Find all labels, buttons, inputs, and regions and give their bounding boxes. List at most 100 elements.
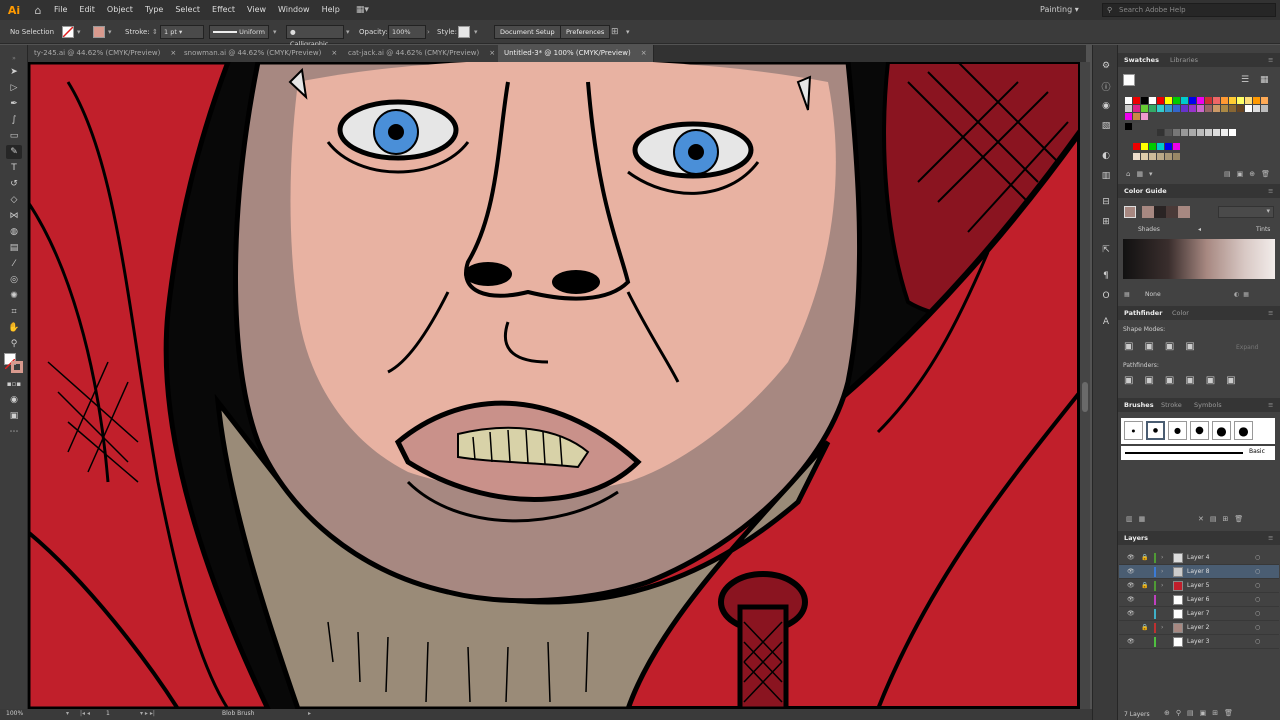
preferences-button[interactable]: Preferences [560, 25, 611, 39]
target-icon[interactable]: ○ [1255, 579, 1260, 593]
gradient-tool-icon[interactable]: ▤ [6, 241, 22, 255]
target-icon[interactable]: ○ [1255, 551, 1260, 565]
layer-row[interactable]: 🔒 › Layer 2 ○ [1119, 621, 1279, 635]
stroke-swatch[interactable] [93, 26, 105, 38]
swatch-fill-icon[interactable] [1123, 74, 1135, 86]
pen-tool-icon[interactable]: ✒ [6, 97, 22, 111]
tab-ty-245[interactable]: ty-245.ai @ 44.62% (CMYK/Preview) × [28, 45, 184, 62]
layer-row[interactable]: 👁 Layer 7 ○ [1119, 607, 1279, 621]
status-arrow-icon[interactable]: ▸ [308, 710, 311, 717]
menu-file[interactable]: File [48, 0, 73, 20]
rotate-tool-icon[interactable]: ↺ [6, 177, 22, 191]
brush-library-icon[interactable]: ▥▦ [1126, 515, 1151, 523]
menu-edit[interactable]: Edit [73, 0, 101, 20]
expand-arrow-icon[interactable]: › [1161, 621, 1163, 635]
opacity-field[interactable]: 100% [388, 25, 426, 39]
menu-window[interactable]: Window [272, 0, 316, 20]
tab-stroke[interactable]: Stroke [1161, 398, 1182, 412]
draw-mode-icon[interactable]: ◉ [6, 393, 22, 407]
panel-menu-icon[interactable]: ≡ [1268, 184, 1273, 198]
appearance-icon[interactable]: ◉ [1099, 99, 1113, 113]
layer-row[interactable]: 👁 Layer 3 ○ [1119, 635, 1279, 649]
rectangle-tool-icon[interactable]: ▭ [6, 129, 22, 143]
character-icon[interactable]: A [1099, 315, 1113, 329]
blend-tool-icon[interactable]: ◎ [6, 273, 22, 287]
layers-actions-icon[interactable]: ⊕⚲▤▣⊞🗑 [1164, 709, 1239, 717]
artboard-canvas[interactable] [28, 62, 1080, 709]
direct-selection-tool-icon[interactable]: ▷ [6, 81, 22, 95]
eye-icon[interactable]: 👁 [1127, 551, 1135, 565]
workspace-switcher[interactable]: Painting ▾ [1040, 0, 1079, 20]
control-menu-icon[interactable]: ▾ [626, 20, 630, 44]
tab-swatches[interactable]: Swatches [1124, 53, 1159, 67]
close-icon[interactable]: × [170, 49, 176, 57]
menu-effect[interactable]: Effect [206, 0, 241, 20]
profile-dropdown-icon[interactable]: ▾ [273, 20, 277, 44]
target-icon[interactable]: ○ [1255, 607, 1260, 621]
prev-artboard-icon[interactable]: |◂ ◂ [80, 710, 90, 717]
base-color-swatch[interactable] [1124, 206, 1136, 218]
brush-preset-6[interactable]: ● [1234, 421, 1253, 440]
eyedropper-tool-icon[interactable]: ⁄ [6, 257, 22, 271]
tab-snowman[interactable]: snowman.ai @ 44.62% (CMYK/Preview) × [178, 45, 345, 62]
target-icon[interactable]: ○ [1255, 621, 1260, 635]
selection-tool-icon[interactable]: ➤ [6, 65, 22, 79]
gradient-icon[interactable]: ▥ [1099, 169, 1113, 183]
tab-cat-jack[interactable]: cat-jack.ai @ 44.62% (CMYK/Preview) × [342, 45, 503, 62]
brush-definition[interactable]: ● Calligraphic... [286, 25, 344, 48]
layer-row[interactable]: 👁 🔒 › Layer 5 ○ [1119, 579, 1279, 593]
shape-builder-tool-icon[interactable]: ◍ [6, 225, 22, 239]
brush-actions-icon[interactable]: ✕▤⊞🗑 [1198, 515, 1249, 523]
menu-type[interactable]: Type [139, 0, 169, 20]
menu-object[interactable]: Object [101, 0, 139, 20]
menu-select[interactable]: Select [169, 0, 206, 20]
brush-dropdown-icon[interactable]: ▾ [346, 20, 350, 44]
stroke-dropdown-icon[interactable]: ▾ [108, 20, 112, 44]
brush-preset-1[interactable]: ● [1124, 421, 1143, 440]
opacity-arrow-icon[interactable]: › [427, 20, 430, 44]
zoom-level[interactable]: 100% [6, 710, 23, 717]
basic-brush-row[interactable]: Basic [1121, 446, 1275, 460]
eye-icon[interactable]: 👁 [1127, 565, 1135, 579]
tab-libraries[interactable]: Libraries [1170, 53, 1198, 67]
harmony-color-3[interactable] [1166, 206, 1178, 218]
tab-symbols[interactable]: Symbols [1194, 398, 1222, 412]
stroke-stepper-icon[interactable]: ⇕ [152, 20, 158, 44]
stroke-weight-field[interactable]: 1 pt ▾ [160, 25, 204, 39]
eye-icon[interactable]: 👁 [1127, 607, 1135, 621]
panel-menu-icon[interactable]: ≡ [1268, 53, 1273, 67]
color-variations-grid[interactable] [1123, 239, 1275, 279]
brush-preset-5[interactable]: ● [1212, 421, 1231, 440]
target-icon[interactable]: ○ [1255, 635, 1260, 649]
tab-untitled-3[interactable]: Untitled-3* @ 100% (CMYK/Preview) × [498, 45, 654, 62]
fill-dropdown-icon[interactable]: ▾ [77, 20, 81, 44]
symbol-sprayer-tool-icon[interactable]: ✺ [6, 289, 22, 303]
tab-pathfinder[interactable]: Pathfinder [1124, 306, 1162, 320]
eye-icon[interactable]: 👁 [1127, 635, 1135, 649]
graphic-styles-icon[interactable]: ▧ [1099, 119, 1113, 133]
eye-icon[interactable]: 👁 [1127, 579, 1135, 593]
more-tools-icon[interactable]: ⋯ [6, 425, 22, 439]
fill-swatch[interactable] [62, 26, 74, 38]
tab-color[interactable]: Color [1172, 306, 1189, 320]
graphic-style-swatch[interactable] [458, 26, 470, 38]
swatch-grid[interactable] [1125, 97, 1273, 167]
align-icon[interactable]: ⊟ [1099, 195, 1113, 209]
panel-collapse-icon[interactable]: » [6, 51, 22, 65]
style-dropdown-icon[interactable]: ▾ [474, 20, 478, 44]
panel-menu-icon[interactable]: ≡ [1268, 306, 1273, 320]
close-icon[interactable]: × [489, 49, 495, 57]
menu-help[interactable]: Help [316, 0, 346, 20]
next-artboard-icon[interactable]: ▾ ▸ ▸| [140, 710, 155, 717]
lock-icon[interactable]: 🔒 [1141, 621, 1148, 635]
align-options-icon[interactable]: ⊞ [611, 20, 619, 44]
harmony-color-1[interactable] [1142, 206, 1154, 218]
panel-menu-icon[interactable]: ≡ [1268, 398, 1273, 412]
zoom-dropdown-icon[interactable]: ▾ [66, 710, 69, 717]
layer-row[interactable]: 👁 🔒 › Layer 4 ○ [1119, 551, 1279, 565]
swatch-limit-icon[interactable]: ▦ [1124, 291, 1130, 298]
tab-brushes[interactable]: Brushes [1124, 398, 1154, 412]
width-tool-icon[interactable]: ⋈ [6, 209, 22, 223]
target-icon[interactable]: ○ [1255, 593, 1260, 607]
variable-width-profile[interactable]: Uniform [209, 25, 269, 39]
